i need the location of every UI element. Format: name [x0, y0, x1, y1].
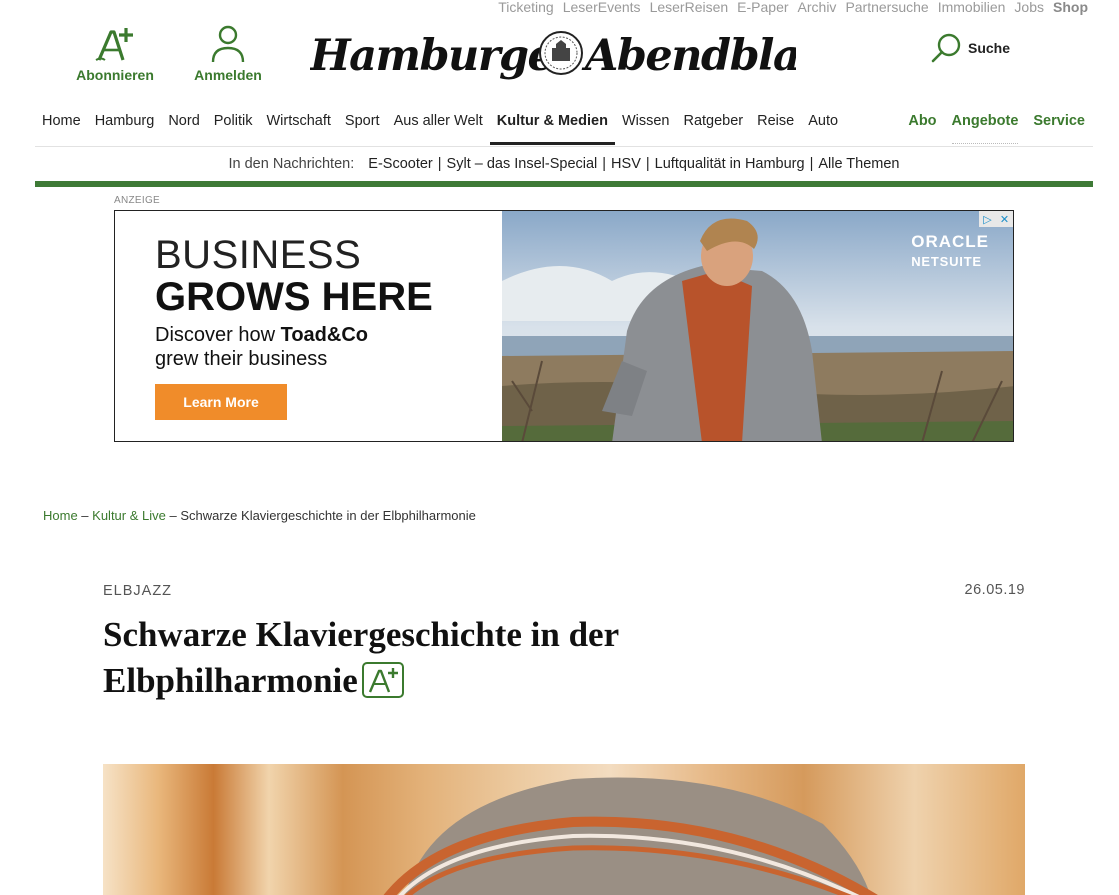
- article-kicker: ELBJAZZ: [103, 583, 173, 599]
- nav-angebote[interactable]: Angebote: [951, 111, 1019, 144]
- search-button[interactable]: Suche: [930, 32, 1010, 64]
- ad-learn-more-button[interactable]: Learn More: [155, 384, 287, 420]
- nav-item-nord[interactable]: Nord: [161, 111, 206, 145]
- ticker-link-escooter[interactable]: E-Scooter: [368, 156, 432, 172]
- ad-close-icon[interactable]: ✕: [996, 211, 1013, 227]
- ad-brand-oracle: ORACLE: [911, 232, 989, 251]
- nav-item-wirtschaft[interactable]: Wirtschaft: [259, 111, 337, 145]
- ad-headline-2: GROWS HERE: [155, 275, 433, 319]
- ticker-label: In den Nachrichten:: [228, 156, 355, 172]
- toplink-archiv[interactable]: Archiv: [798, 0, 837, 16]
- breadcrumb-section[interactable]: Kultur & Live: [92, 508, 166, 523]
- login-label: Anmelden: [194, 67, 262, 83]
- breadcrumb-separator: –: [77, 508, 93, 523]
- breadcrumb: Home – Kultur & Live – Schwarze Klavierg…: [43, 508, 476, 523]
- nav-item-home[interactable]: Home: [42, 111, 88, 145]
- ticker-link-luftqualitaet[interactable]: Luftqualität in Hamburg: [655, 156, 805, 172]
- ticker-link-alle-themen[interactable]: Alle Themen: [818, 156, 899, 172]
- nav-item-kultur-medien[interactable]: Kultur & Medien: [489, 111, 615, 145]
- advertisement-banner[interactable]: BUSINESS GROWS HERE Discover how Toad&Co…: [114, 210, 1014, 442]
- ad-brand-logo: ORACLE NETSUITE: [911, 232, 989, 269]
- subscribe-button[interactable]: Abonnieren: [70, 22, 160, 83]
- site-logo[interactable]: Hamburger Abendblatt: [308, 26, 839, 82]
- toplink-partnersuche[interactable]: Partnersuche: [845, 0, 928, 16]
- logo-text-left: Hamburger: [310, 31, 579, 81]
- nav-item-sport[interactable]: Sport: [338, 111, 387, 145]
- main-nav: Home Hamburg Nord Politik Wirtschaft Spo…: [35, 103, 1093, 147]
- nav-item-reise[interactable]: Reise: [750, 111, 801, 145]
- nav-item-politik[interactable]: Politik: [207, 111, 260, 145]
- premium-badge-icon: [361, 661, 404, 698]
- utility-links: Ticketing LeserEvents LeserReisen E-Pape…: [498, 0, 1088, 16]
- ad-subtext-prefix: Discover how: [155, 324, 281, 346]
- nav-item-wissen[interactable]: Wissen: [615, 111, 677, 145]
- search-icon: [931, 33, 961, 63]
- ad-subtext-line2: grew their business: [155, 348, 328, 370]
- ticker-separator: |: [437, 156, 442, 172]
- search-label: Suche: [968, 40, 1011, 56]
- toplink-epaper[interactable]: E-Paper: [737, 0, 788, 16]
- ad-text-panel: BUSINESS GROWS HERE Discover how Toad&Co…: [115, 211, 502, 441]
- subscribe-label: Abonnieren: [76, 67, 154, 83]
- ad-subtext-brand: Toad&Co: [280, 324, 369, 346]
- article-title-text: Schwarze Klaviergeschichte in der Elbphi…: [103, 615, 619, 700]
- nav-service[interactable]: Service: [1033, 111, 1085, 144]
- toplink-shop[interactable]: Shop: [1053, 0, 1088, 16]
- breadcrumb-separator: –: [165, 508, 181, 523]
- user-icon: [183, 22, 273, 64]
- breadcrumb-home[interactable]: Home: [43, 508, 78, 523]
- ad-brand-netsuite: NETSUITE: [911, 254, 982, 269]
- nav-abo[interactable]: Abo: [908, 111, 936, 144]
- adchoices: ▷ ✕: [979, 211, 1013, 227]
- nav-item-ratgeber[interactable]: Ratgeber: [676, 111, 750, 145]
- article-hero-image: [103, 764, 1025, 895]
- ticker-separator: |: [602, 156, 607, 172]
- ad-photo: ORACLE NETSUITE: [502, 211, 1013, 441]
- a-plus-icon: [70, 22, 160, 64]
- news-ticker: In den Nachrichten: E-Scooter | Sylt – das…: [35, 150, 1093, 180]
- toplink-ticketing[interactable]: Ticketing: [498, 0, 554, 16]
- ad-label: ANZEIGE: [114, 195, 160, 206]
- ad-subtext: Discover how Toad&Co grew their business: [155, 323, 368, 371]
- toplink-jobs[interactable]: Jobs: [1014, 0, 1044, 16]
- ticker-link-hsv[interactable]: HSV: [611, 156, 641, 172]
- ticker-separator: |: [809, 156, 814, 172]
- toplink-leserevents[interactable]: LeserEvents: [563, 0, 641, 16]
- breadcrumb-current: Schwarze Klaviergeschichte in der Elbphi…: [180, 508, 476, 523]
- nav-item-aus-aller-welt[interactable]: Aus aller Welt: [387, 111, 490, 145]
- nav-item-hamburg[interactable]: Hamburg: [88, 111, 162, 145]
- adchoices-icon[interactable]: ▷: [979, 211, 996, 227]
- logo-text-right: Abendblatt: [581, 31, 796, 81]
- toplink-leserreisen[interactable]: LeserReisen: [650, 0, 729, 16]
- ad-headline-1: BUSINESS: [155, 233, 362, 277]
- ticker-separator: |: [645, 156, 650, 172]
- header-divider: [35, 181, 1093, 187]
- nav-item-auto[interactable]: Auto: [801, 111, 845, 145]
- ticker-link-sylt[interactable]: Sylt – das Insel-Special: [447, 156, 598, 172]
- login-button[interactable]: Anmelden: [183, 22, 273, 83]
- article-date: 26.05.19: [964, 582, 1025, 598]
- toplink-immobilien[interactable]: Immobilien: [938, 0, 1006, 16]
- article-title: Schwarze Klaviergeschichte in der Elbphi…: [103, 612, 743, 704]
